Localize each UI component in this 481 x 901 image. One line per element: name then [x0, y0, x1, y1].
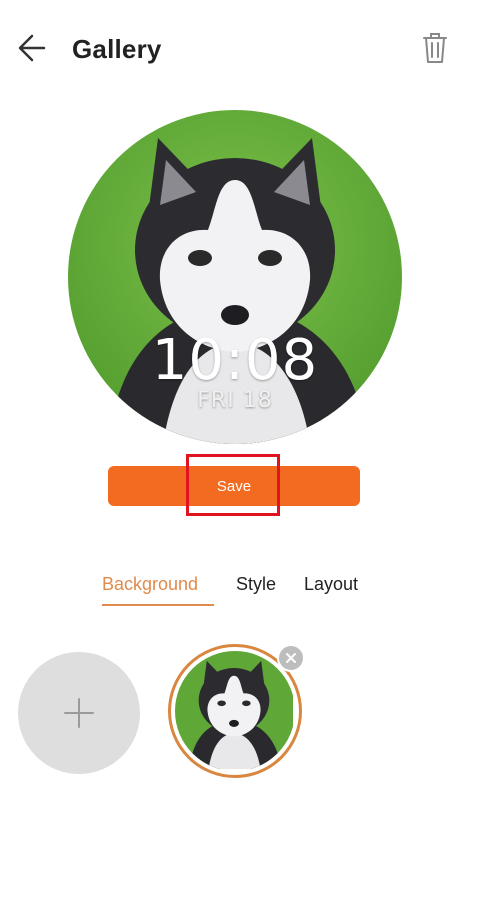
watch-date: FRI 18 [197, 388, 273, 413]
tab-style[interactable]: Style [236, 574, 276, 595]
watch-face-preview: 10:08 FRI 18 [68, 110, 402, 444]
thumbnail-image [175, 651, 295, 771]
save-button[interactable]: Save [108, 466, 360, 506]
plus-icon [64, 698, 94, 728]
close-icon [286, 653, 296, 663]
husky-thumbnail-photo [175, 651, 293, 769]
tab-selected-indicator [102, 604, 214, 606]
save-button-label: Save [216, 477, 252, 495]
watch-time: 10:08 [151, 328, 319, 393]
delete-button[interactable] [420, 30, 450, 66]
tab-bar: Background Style Layout [0, 570, 481, 610]
gallery-screen: Gallery 10:08 FRI 18 Save Background Sty… [0, 0, 481, 901]
page-title: Gallery [72, 34, 162, 64]
tab-layout[interactable]: Layout [304, 574, 358, 595]
add-background-button[interactable] [18, 652, 140, 774]
arrow-left-icon [18, 34, 46, 62]
trash-icon [423, 33, 447, 63]
header: Gallery [0, 0, 481, 100]
tab-background[interactable]: Background [102, 574, 198, 595]
remove-thumbnail-button[interactable] [277, 644, 305, 672]
back-button[interactable] [14, 30, 50, 66]
